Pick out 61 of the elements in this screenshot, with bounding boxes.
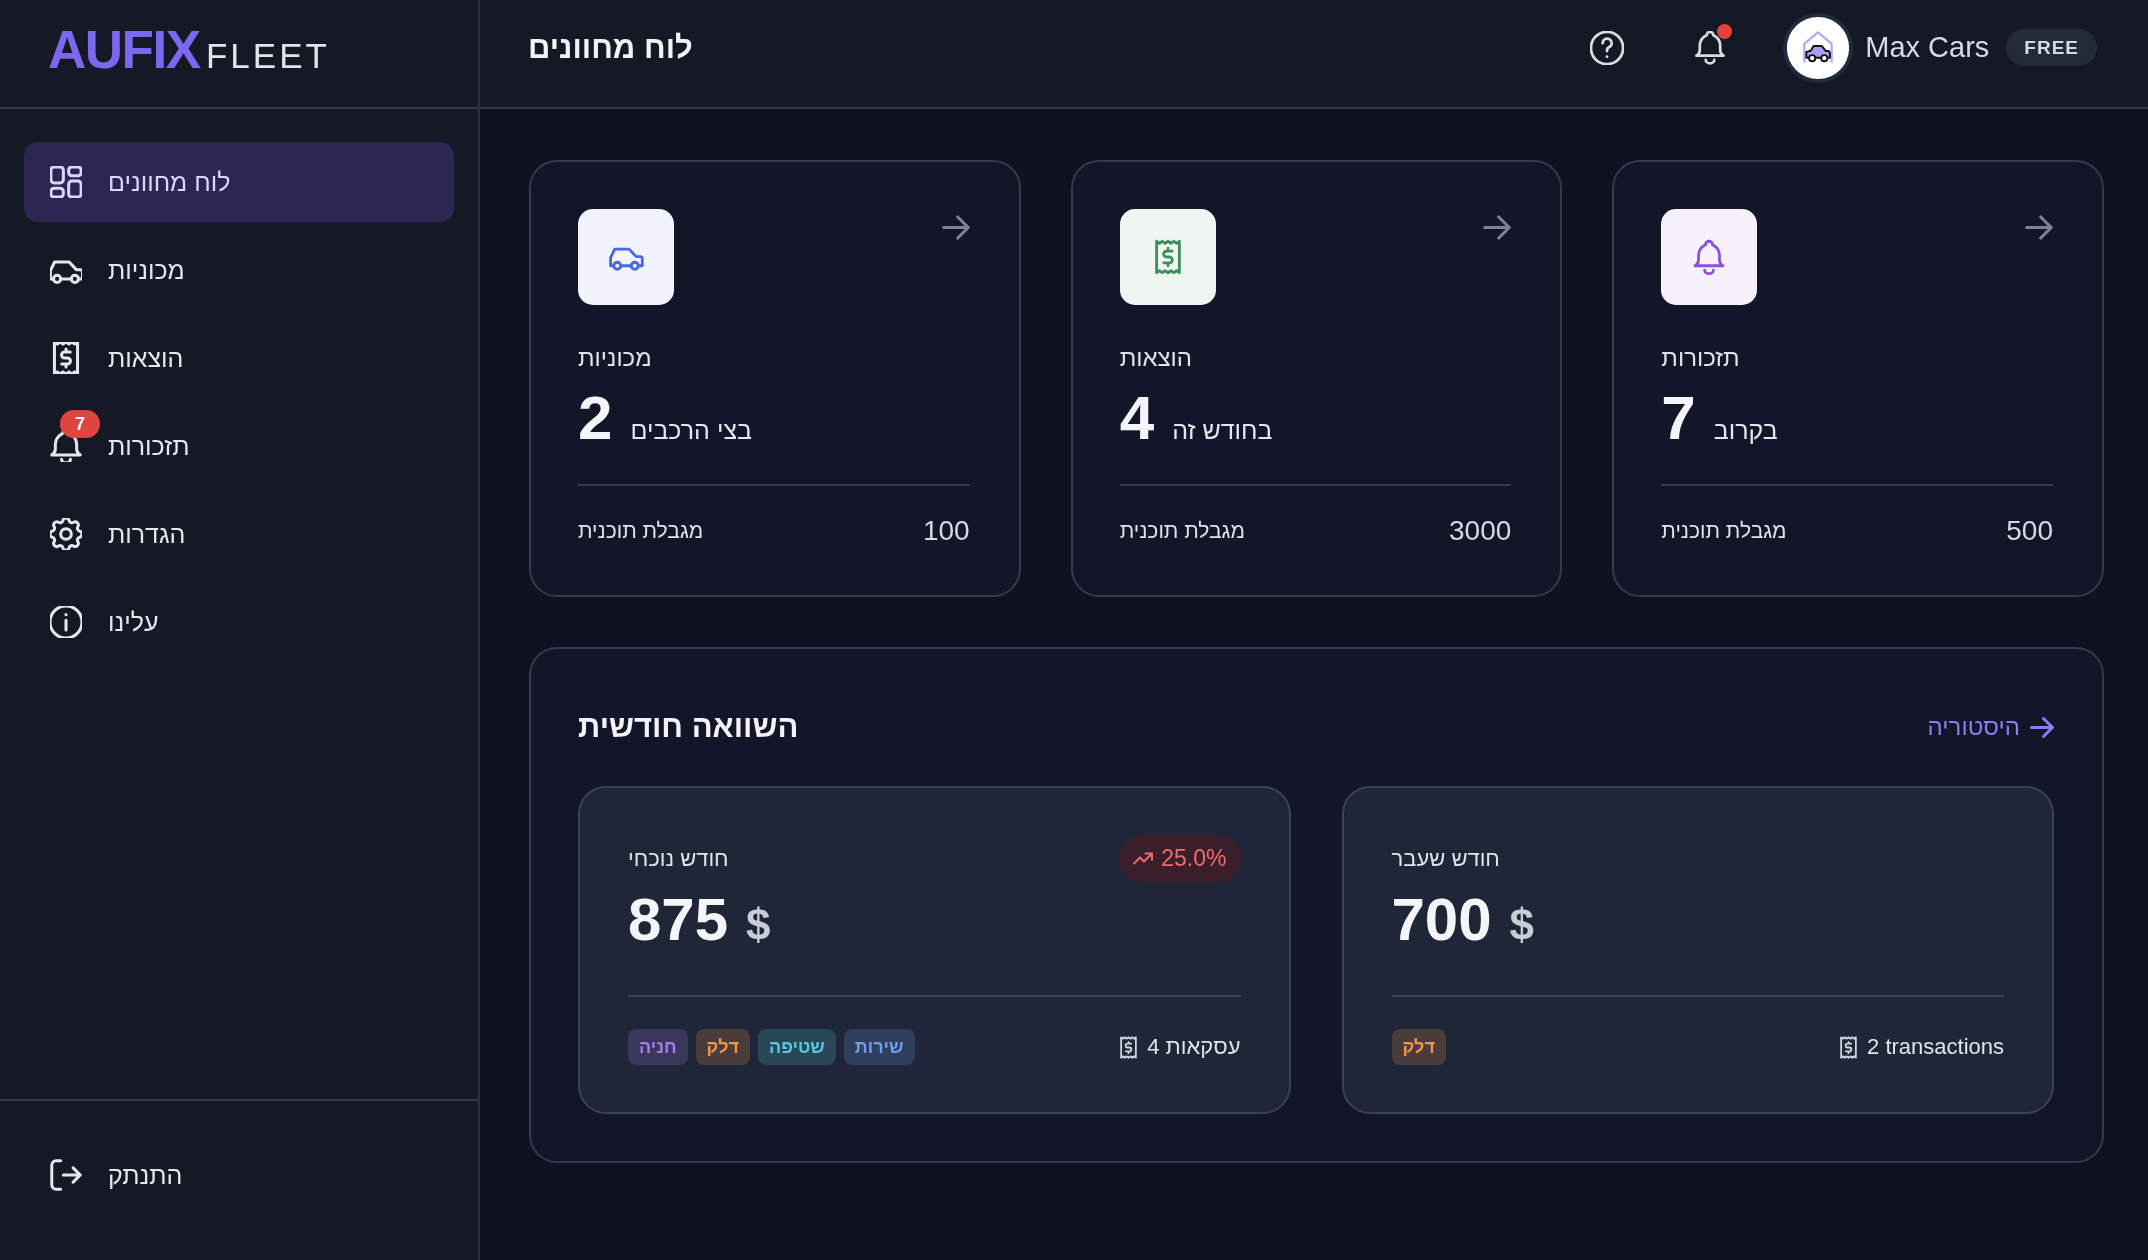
receipt-icon [50,342,82,374]
plan-limit-label: מגבלת תוכנית [1661,518,1787,544]
logout-button[interactable]: התנתק [24,1135,454,1215]
stat-caption: בקרוב [1713,415,1778,446]
section-title: השוואה חודשית [578,709,799,745]
sidebar-item[interactable]: הגדרות [24,494,454,574]
stat-label: מכוניות [578,343,653,373]
transaction-count: 4 עסקאות [1147,1034,1241,1060]
change-percent: 25.0% [1161,845,1227,872]
receipt-icon [1120,1035,1138,1059]
category-tag: דלק [1391,1029,1446,1065]
arrow-right-icon[interactable] [941,215,970,240]
category-tag: שטיפה [758,1029,836,1065]
period-label: חודש שעבר [1391,845,1500,872]
arrow-right-icon[interactable] [2025,215,2053,240]
category-tag: דלק [695,1029,750,1065]
settings-icon [50,518,82,550]
stat-value: 7 [1661,385,1696,451]
logout-icon [50,1159,82,1191]
house-car-icon[interactable] [1783,12,1854,83]
arrow-right-icon [2030,716,2054,738]
notification-count: 7 [60,410,100,438]
bell-icon [50,430,82,462]
info-icon [50,606,82,638]
amount-value: 700 [1391,888,1492,952]
receipt-icon [1840,1035,1858,1059]
page-title: לוח מחוונים [528,29,693,66]
currency-symbol: $ [1509,899,1535,951]
plan-limit-value: 3000 [1449,514,1512,548]
plan-label: FREE [2006,29,2097,66]
plan-limit-label: מגבלת תוכנית [578,518,704,544]
stat-label: הוצאות [1119,343,1194,373]
arrow-right-icon[interactable] [1483,215,1512,240]
sidebar-item[interactable]: לוח מחוונים [24,142,454,222]
stat-value: 2 [578,385,613,451]
stat-caption: בצי הרכבים [630,415,752,446]
trend-up-icon [1133,852,1154,865]
stat-value: 4 [1119,385,1155,451]
user-name: Max Cars [1865,31,1990,64]
bell-icon [1661,209,1758,305]
plan-limit-label: מגבלת תוכנית [1119,518,1245,544]
transaction-count: 2 transactions [1867,1034,2004,1060]
grid-icon [50,166,82,198]
car-icon [578,209,674,305]
bell-icon[interactable] [1693,30,1728,65]
category-tag: חניה [628,1029,688,1065]
history-link[interactable]: היסטוריה [1927,713,2054,741]
sidebar-item[interactable]: עלינו [24,582,454,662]
sidebar-item[interactable]: הוצאות [24,318,454,398]
currency-symbol: $ [746,899,771,951]
sidebar-item[interactable]: מכוניות [24,230,454,310]
plan-limit-value: 100 [922,514,970,548]
period-label: חודש נוכחי [628,845,729,872]
plan-limit-value: 500 [2006,514,2053,548]
amount-value: 875 [628,888,729,952]
stat-caption: בחודש זה [1172,415,1273,446]
receipt-icon [1119,209,1216,305]
category-tag: שירות [843,1029,915,1065]
app-logo: AUFIX FLEET [48,23,330,76]
help-icon[interactable] [1590,30,1625,65]
stat-label: תזכורות [1661,343,1741,373]
